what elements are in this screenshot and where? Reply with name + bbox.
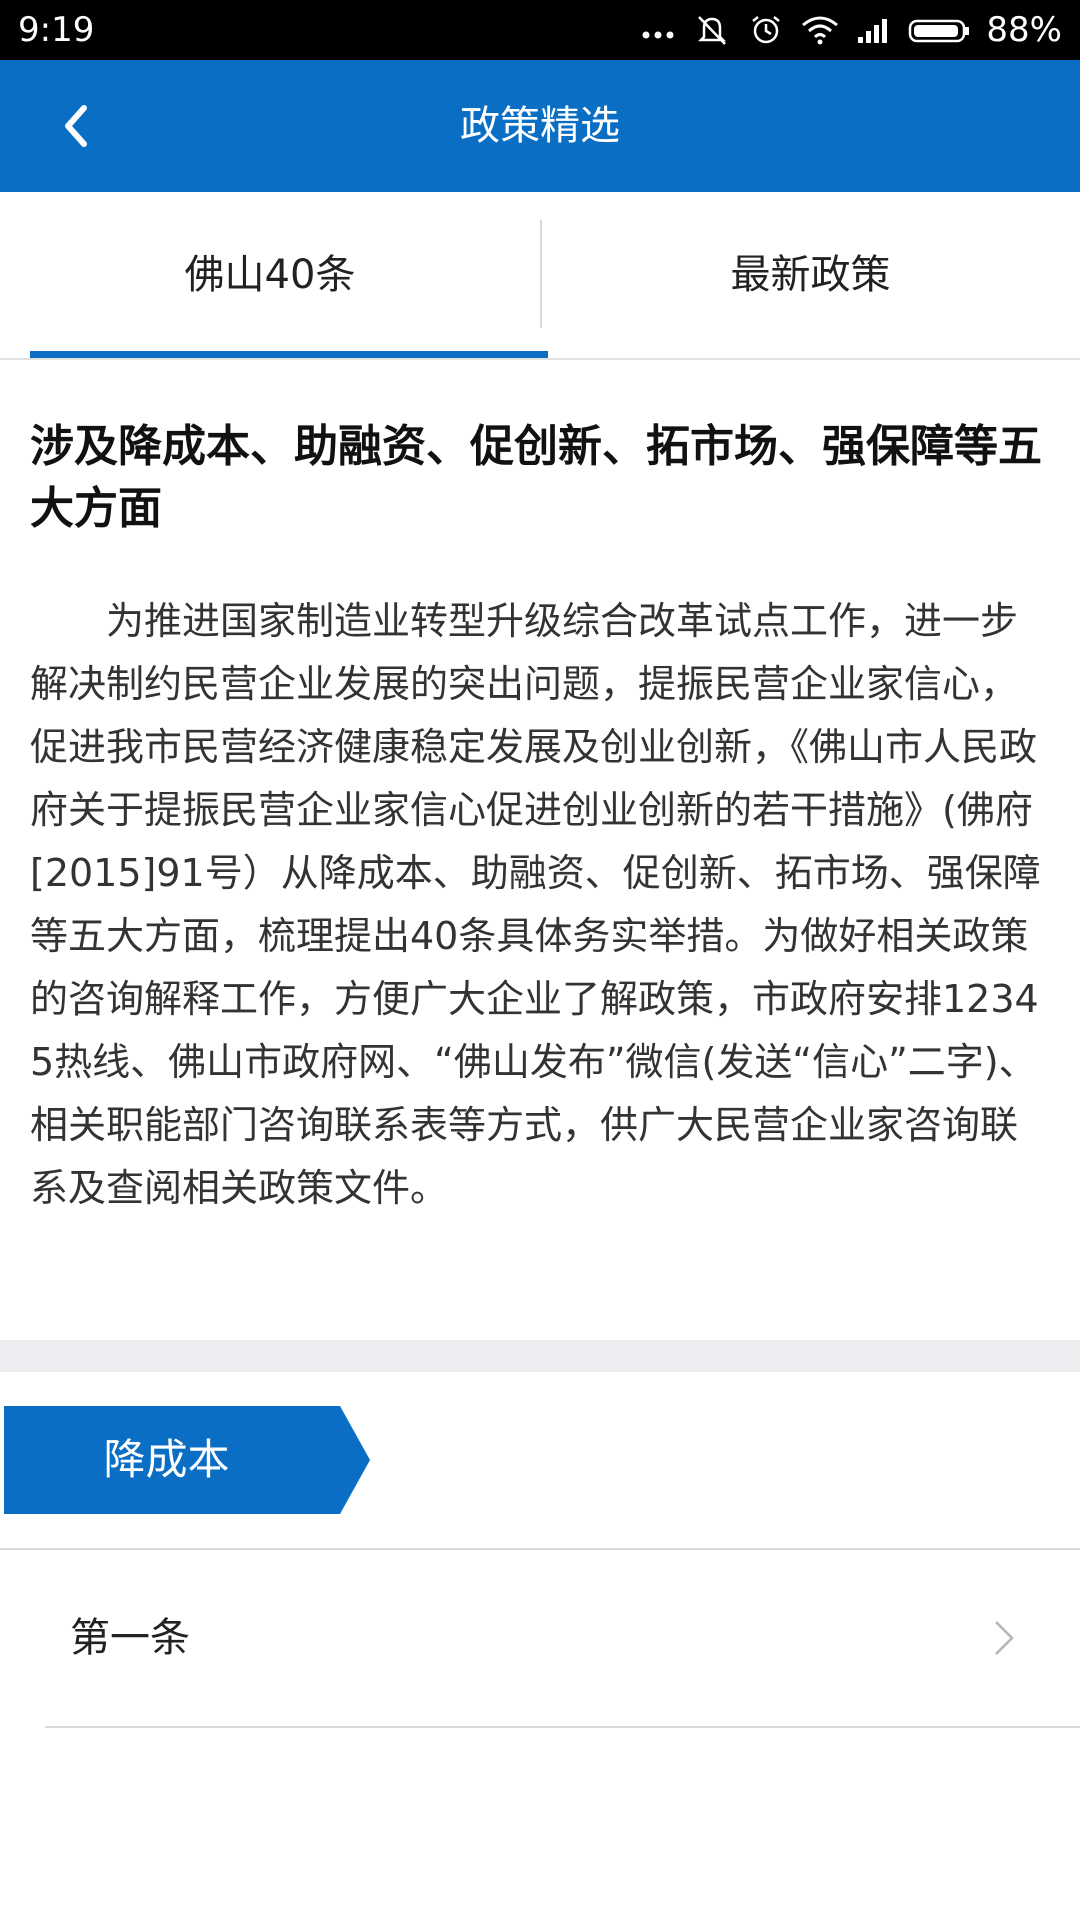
status-bar: 9:19 88%: [0, 0, 1080, 60]
article-headline: 涉及降成本、助融资、促创新、拓市场、强保障等五大方面: [30, 421, 1042, 534]
tab-bar: 佛山40条 最新政策: [0, 192, 1080, 360]
tab-latest-policy[interactable]: 最新政策: [541, 192, 1080, 358]
section-tag-label: 降成本: [103, 1435, 230, 1484]
list-item[interactable]: 第一条: [0, 1550, 1080, 1726]
tab-selected-indicator: [30, 351, 548, 358]
list-separator: [45, 1726, 1080, 1728]
article-body: 为推进国家制造业转型升级综合改革试点工作，进一步解决制约民营企业发展的突出问题，…: [30, 599, 1041, 1210]
bell-muted-icon: [698, 16, 727, 45]
status-time: 9:19: [18, 10, 95, 50]
chevron-right-icon: [995, 1621, 1014, 1655]
page-title: 政策精选: [460, 103, 620, 149]
alarm-icon: [752, 16, 781, 44]
section-tag: 降成本: [4, 1406, 370, 1514]
signal-icon: [858, 19, 888, 43]
battery-icon: [909, 19, 970, 43]
battery-percent: 88%: [986, 10, 1062, 50]
status-icons: 88%: [638, 10, 1062, 50]
app-bar: 政策精选: [0, 60, 1080, 192]
wifi-icon: [802, 16, 839, 45]
more-dots-icon: [642, 31, 674, 39]
tab-foshan-40[interactable]: 佛山40条: [0, 192, 540, 358]
section-divider-band: [0, 1340, 1080, 1372]
list-item-label: 第一条: [70, 1615, 190, 1661]
